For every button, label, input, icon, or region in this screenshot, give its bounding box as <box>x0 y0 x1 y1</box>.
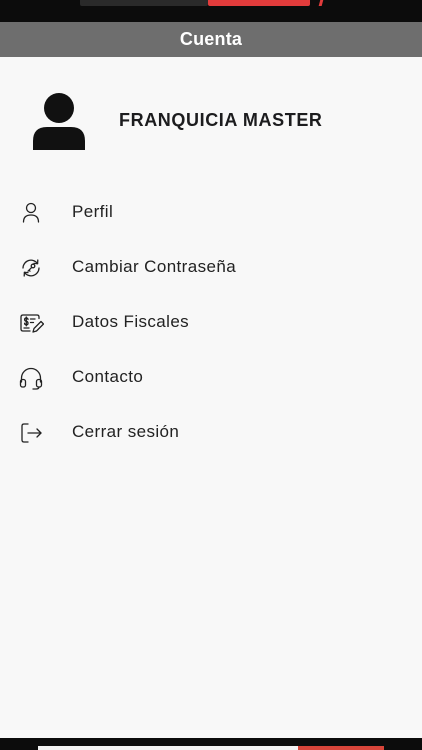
user-icon <box>18 200 44 226</box>
home-indicator-accent <box>298 746 384 750</box>
menu-item-datos-fiscales[interactable]: Datos Fiscales <box>0 295 422 350</box>
header-bar: Cuenta <box>0 22 422 57</box>
menu-item-label: Contacto <box>72 367 144 386</box>
menu-item-label: Perfil <box>72 202 114 221</box>
top-brand-strip <box>0 0 422 22</box>
menu-item-contacto[interactable]: Contacto <box>0 350 422 405</box>
headphones-icon <box>18 365 44 391</box>
menu-item-cerrar-sesion[interactable]: Cerrar sesión <box>0 405 422 460</box>
menu-item-label: Cambiar Contraseña <box>72 257 237 276</box>
menu-item-perfil[interactable]: Perfil <box>0 185 422 240</box>
brand-logo-partial <box>80 0 208 6</box>
profile-name: FRANQUICIA MASTER <box>119 110 323 130</box>
menu-item-cambiar-contrasena[interactable]: Cambiar Contraseña <box>0 240 422 295</box>
person-silhouette-icon <box>31 92 87 150</box>
page-title: Cuenta <box>179 29 243 49</box>
invoice-edit-icon <box>18 310 44 336</box>
profile-section: FRANQUICIA MASTER <box>0 90 422 154</box>
bottom-bar <box>0 738 422 750</box>
brand-logo-mark <box>318 0 325 6</box>
menu-item-label: Cerrar sesión <box>72 422 180 441</box>
menu-item-label: Datos Fiscales <box>72 312 190 331</box>
refresh-key-icon <box>18 255 44 281</box>
logout-icon <box>18 420 44 446</box>
brand-logo-accent <box>208 0 310 6</box>
home-indicator <box>38 746 298 750</box>
account-menu: Perfil Cambiar Contraseña Datos Fiscales… <box>0 185 422 460</box>
